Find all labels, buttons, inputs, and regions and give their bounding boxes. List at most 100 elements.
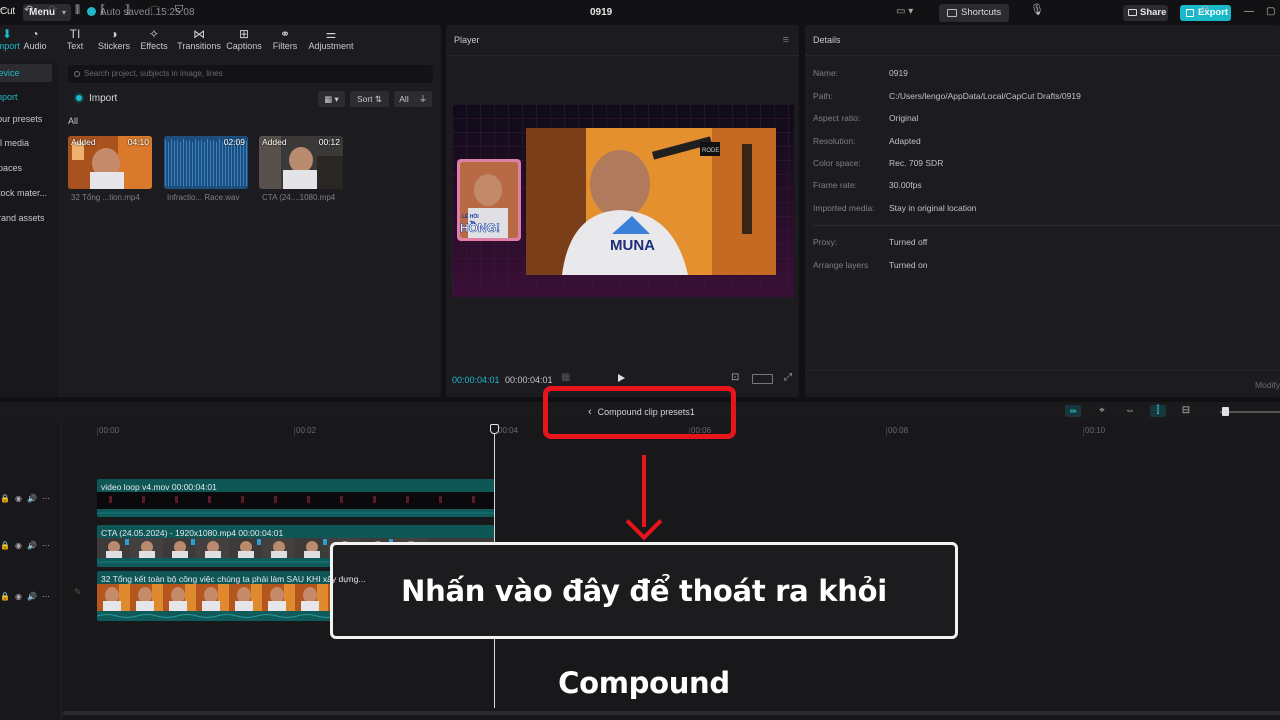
- maximize-icon[interactable]: ▢: [1266, 6, 1275, 17]
- detail-value: Turned off: [889, 237, 928, 247]
- media-item[interactable]: Added 04:10: [68, 136, 152, 189]
- modify-button[interactable]: Modify: [1255, 380, 1280, 390]
- select-tool-icon[interactable]: ⊢: [0, 4, 6, 16]
- side-item-stock-materials[interactable]: Stock mater...: [0, 184, 52, 202]
- tab-label: Captions: [226, 41, 262, 51]
- zoom-out-icon[interactable]: ⊖: [1201, 4, 1209, 16]
- playhead-handle[interactable]: [490, 424, 499, 434]
- play-icon[interactable]: [618, 374, 625, 382]
- side-item-brand-assets[interactable]: Brand assets: [0, 209, 52, 227]
- clip-label: 32 Tổng kết toàn bộ công việc chúng ta p…: [101, 574, 366, 584]
- ruler-label: 00:08: [888, 426, 909, 435]
- timeline-clip[interactable]: video loop v4.mov 00:00:04:01: [97, 479, 494, 517]
- side-item-all-media[interactable]: All media: [0, 134, 52, 152]
- split-icon[interactable]: ⫼: [75, 4, 80, 16]
- microphone-icon[interactable]: 🎙: [1030, 4, 1044, 16]
- fullscreen-icon[interactable]: ⤢: [784, 372, 792, 383]
- captions-icon: ⊞: [238, 27, 250, 41]
- detail-key: Name:: [813, 68, 839, 78]
- shortcuts-button[interactable]: Shortcuts: [939, 4, 1009, 22]
- snapshot-icon[interactable]: ⊡: [731, 372, 739, 383]
- split-right-icon[interactable]: ⟧: [125, 4, 130, 16]
- video-preview[interactable]: RODE MUNA LÊ HỒI HỒNG!: [452, 104, 794, 297]
- shirt-text: MUNA: [610, 237, 655, 254]
- minimize-icon[interactable]: —: [1244, 6, 1254, 17]
- video-preview-image: RODE MUNA LÊ HỒI HỒNG!: [452, 104, 794, 297]
- media-search-input[interactable]: Search project, subjects in image, lines: [68, 65, 433, 83]
- detail-key: Path:: [813, 91, 833, 101]
- timecode-current: 00:00:04:01: [452, 375, 500, 385]
- undo-icon[interactable]: ↶: [24, 4, 33, 16]
- chevron-down-icon: ▾: [61, 8, 66, 17]
- side-item-spaces[interactable]: Spaces: [0, 159, 52, 177]
- details-title: Details: [813, 35, 841, 45]
- media-item[interactable]: Added 00:12: [259, 136, 343, 189]
- zoom-slider-handle[interactable]: [1222, 407, 1229, 416]
- highlight-box: [543, 386, 736, 439]
- media-side-nav: Device Import Your presets All media Spa…: [0, 63, 58, 397]
- tab-captions[interactable]: ⊞ Captions: [221, 25, 267, 55]
- divider: [446, 55, 799, 56]
- tab-label: Text: [66, 41, 84, 51]
- side-item-import[interactable]: Import: [0, 88, 52, 106]
- detail-key: Color space:: [813, 158, 861, 168]
- duration-label: 02:09: [223, 137, 245, 147]
- media-item-name: 32 Tổng ...tion.mp4: [71, 193, 140, 202]
- delete-icon[interactable]: ▢: [150, 4, 160, 16]
- share-button[interactable]: Share: [1123, 5, 1168, 21]
- tab-adjustment[interactable]: ⚌ Adjustment: [302, 25, 360, 55]
- side-item-your-presets[interactable]: Your presets: [0, 110, 52, 128]
- redo-icon[interactable]: ↷: [48, 4, 57, 16]
- shield-icon[interactable]: ⛉: [175, 4, 183, 16]
- media-item[interactable]: 02:09: [164, 136, 248, 189]
- added-badge: Added: [262, 137, 287, 147]
- filter-all-button[interactable]: All: [394, 91, 414, 107]
- detail-value: Stay in original location: [889, 203, 977, 213]
- ratio-icon[interactable]: [752, 374, 773, 384]
- divider: [805, 55, 1280, 56]
- adjustment-icon: ⚌: [325, 27, 337, 41]
- player-panel: Player ≡ RODE MUNA LÊ HỒI HỒNG! 00:00:04…: [446, 25, 799, 397]
- link-icon[interactable]: ⌖: [1094, 405, 1110, 417]
- detail-key: Frame rate:: [813, 180, 857, 190]
- ruler-label: 00:00: [99, 426, 120, 435]
- caption-track-icon[interactable]: ⊟: [1178, 405, 1194, 417]
- detail-value: Rec. 709 SDR: [889, 158, 944, 168]
- clip-label: CTA (24.05.2024) - 1920x1080.mp4 00:00:0…: [101, 528, 284, 538]
- preview-axis-icon[interactable]: ⇔: [1122, 405, 1138, 417]
- export-icon: [1186, 9, 1194, 17]
- import-button[interactable]: Import: [74, 93, 117, 104]
- tab-label: Adjustment: [308, 41, 354, 51]
- track-controls[interactable]: 🔒◉🔊⋯: [0, 541, 60, 550]
- menu-icon[interactable]: ≡: [783, 34, 789, 46]
- sort-button[interactable]: Sort ⇅: [350, 91, 389, 107]
- ruler-tick: [1083, 427, 1084, 436]
- detail-value: Adapted: [889, 136, 921, 146]
- zoom-slider[interactable]: [1220, 411, 1280, 413]
- track-controls[interactable]: 🔒◉🔊⋯: [0, 494, 60, 503]
- layout-icon[interactable]: ▭ ▾: [896, 6, 920, 20]
- added-badge: Added: [71, 137, 96, 147]
- keyboard-icon: [947, 9, 957, 17]
- track-controls[interactable]: 🔒◉🔊⋯: [0, 592, 60, 601]
- snap-icon[interactable]: ⫿: [1150, 405, 1166, 417]
- detail-key: Aspect ratio:: [813, 113, 861, 123]
- edit-cover-icon[interactable]: ✎: [74, 587, 82, 598]
- share-label: Share: [1140, 7, 1167, 18]
- instruction-callout: Nhấn vào đây để thoát ra khỏi Compound: [330, 542, 958, 700]
- timeline-grid-icon[interactable]: ▦: [561, 372, 570, 383]
- details-panel: Details Name: 0919 Path: C:/Users/lengo/Ap…: [805, 25, 1280, 397]
- divider: [813, 225, 1280, 226]
- split-left-icon[interactable]: ⟦: [100, 4, 105, 16]
- timecode-total: 00:00:04:01: [505, 375, 553, 385]
- tab-transitions[interactable]: ⋈ Transitions: [176, 25, 222, 55]
- view-toggle-button[interactable]: ▦ ▾: [318, 91, 345, 107]
- ruler-label: 00:04: [498, 426, 519, 435]
- tab-effects[interactable]: ✧ Effects: [131, 25, 177, 55]
- magnet-icon[interactable]: ⇹: [1065, 405, 1081, 417]
- detail-value: 30.00fps: [889, 180, 922, 190]
- clip-label: video loop v4.mov 00:00:04:01: [101, 482, 217, 492]
- player-title: Player: [454, 35, 480, 45]
- side-item-device[interactable]: Device: [0, 64, 52, 82]
- filter-icon[interactable]: ⏚: [414, 91, 432, 107]
